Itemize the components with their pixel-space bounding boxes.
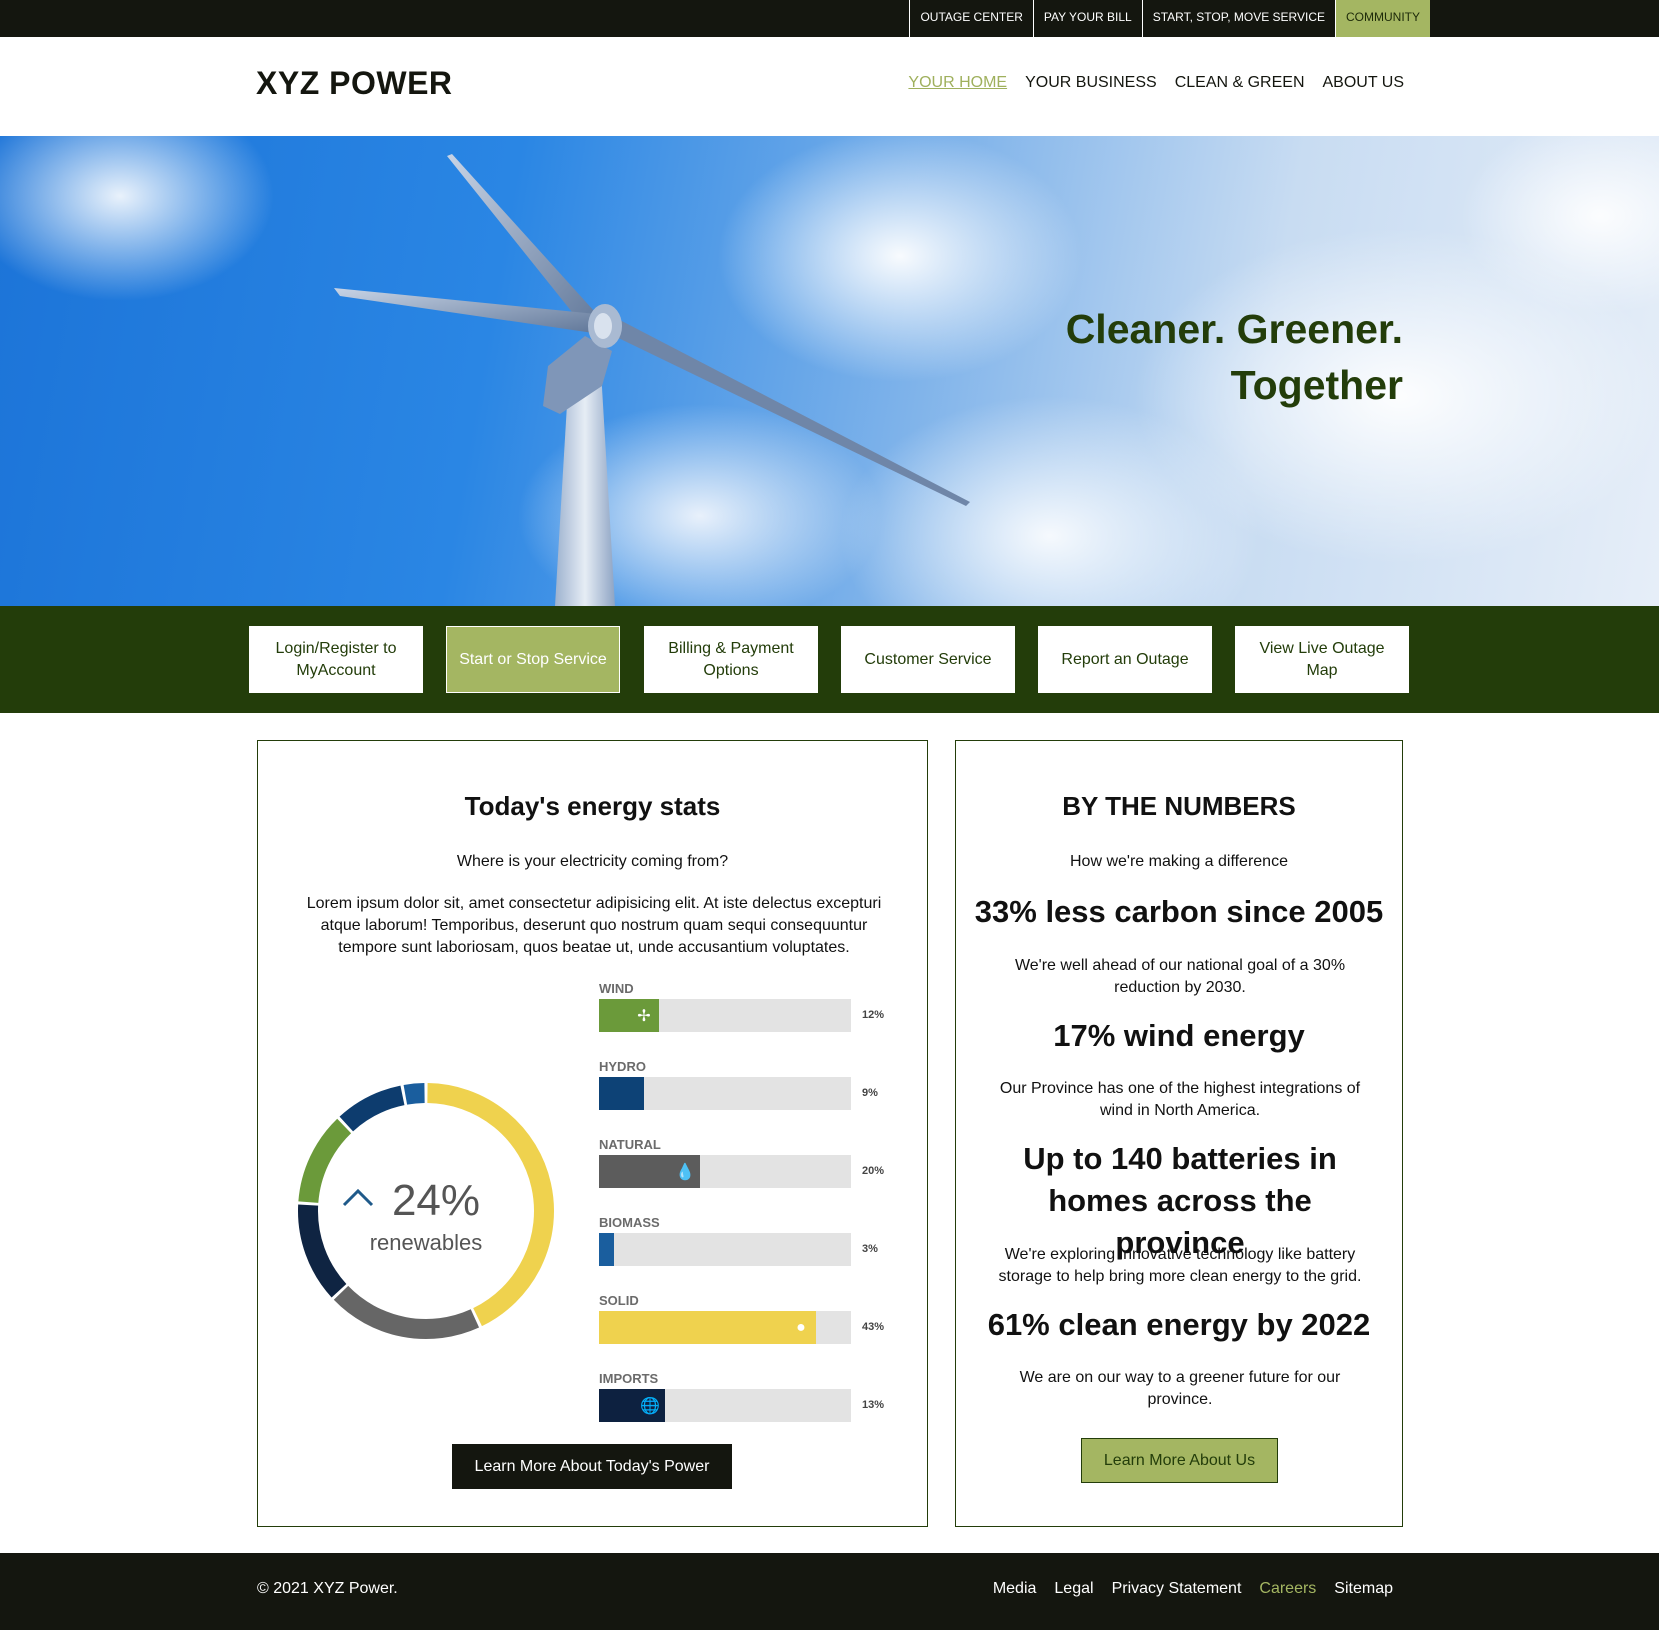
main-nav: YOUR HOME YOUR BUSINESS CLEAN & GREEN AB… [908,74,1404,92]
by-numbers-subtitle: How we're making a difference [1070,853,1288,870]
bar-track: ● [599,1311,851,1344]
stat-wind-body: Our Province has one of the highest inte… [999,1080,1361,1119]
bar-value: 43% [862,1321,885,1333]
donut-segment [339,1085,405,1132]
nav-your-business[interactable]: YOUR BUSINESS [1025,74,1157,92]
stat-clean-energy-headline: 61% clean energy by 2022 [987,1307,1371,1342]
renewables-label: renewables [370,1230,483,1255]
footer-link-sitemap[interactable]: Sitemap [1334,1580,1393,1598]
renewables-donut-chart: 24% renewables [298,1083,554,1339]
donut-segment [333,1285,480,1339]
wind-turbine-image [334,154,970,606]
renewables-value: 24% [392,1176,480,1225]
nav-about-us[interactable]: ABOUT US [1323,74,1405,92]
hero-line-1: Cleaner. Greener. [1065,306,1403,352]
utility-link-outage-center[interactable]: OUTAGE CENTER [909,0,1032,37]
footer-link-legal[interactable]: Legal [1054,1580,1093,1598]
bar-value: 12% [862,1009,885,1021]
quick-customer-service[interactable]: Customer Service [841,626,1015,693]
site-header: XYZ POWER YOUR HOME YOUR BUSINESS CLEAN … [0,37,1659,136]
quick-live-outage-map[interactable]: View Live Outage Map [1235,626,1409,693]
bar-fill [599,1077,644,1110]
bar-track [599,1233,851,1266]
quick-billing-payment[interactable]: Billing & Payment Options [644,626,818,693]
nav-clean-green[interactable]: CLEAN & GREEN [1175,74,1305,92]
droplet-icon: 💧 [675,1163,695,1181]
utility-link-start-stop-move[interactable]: START, STOP, MOVE SERVICE [1141,0,1335,37]
utility-link-community[interactable]: COMMUNITY [1335,0,1430,37]
chevron-up-icon [342,1188,374,1207]
footer-link-media[interactable]: Media [993,1580,1037,1598]
bar-label: IMPORTS [599,1371,659,1386]
bar-value: 13% [862,1399,885,1411]
bar-value: 3% [862,1243,878,1255]
by-numbers-title: BY THE NUMBERS [1062,791,1296,821]
stat-clean-energy-body: We are on our way to a greener future fo… [1019,1369,1341,1408]
energy-stats-body: Lorem ipsum dolor sit, amet consectetur … [306,895,882,956]
nav-your-home[interactable]: YOUR HOME [908,74,1007,92]
by-the-numbers-panel: BY THE NUMBERS How we're making a differ… [955,740,1403,1527]
stat-carbon-headline: 33% less carbon since 2005 [974,894,1384,929]
site-footer: © 2021 XYZ Power. Media Legal Privacy St… [0,1553,1659,1630]
energy-stats-subtitle: Where is your electricity coming from? [456,853,729,870]
utility-nav: OUTAGE CENTER PAY YOUR BILL START, STOP,… [909,0,1430,37]
globe-icon: 🌐 [640,1397,660,1415]
bar-fill [599,1311,816,1344]
quick-report-outage[interactable]: Report an Outage [1038,626,1212,693]
stat-wind-headline: 17% wind energy [1053,1018,1305,1053]
donut-segment [298,1204,347,1298]
hero-banner: Cleaner. Greener. Together [0,136,1659,606]
hero-headline: Cleaner. Greener. Together [1066,301,1403,413]
stat-carbon-body: We're well ahead of our national goal of… [1014,957,1346,996]
hero-line-2: Together [1230,362,1403,408]
site-logo[interactable]: XYZ POWER [256,65,453,102]
bar-fill [599,1233,614,1266]
bar-track: 🌐 [599,1389,851,1422]
learn-more-power-button[interactable]: Learn More About Today's Power [452,1444,732,1489]
bar-label: BIOMASS [599,1215,660,1230]
quick-links-band: Login/Register to MyAccount Start or Sto… [0,606,1659,713]
bar-track: 💧 [599,1155,851,1188]
utility-bar: OUTAGE CENTER PAY YOUR BILL START, STOP,… [0,0,1659,37]
utility-link-pay-your-bill[interactable]: PAY YOUR BILL [1032,0,1142,37]
bar-value: 9% [862,1087,878,1099]
energy-stats-title: Today's energy stats [464,791,721,821]
footer-link-privacy[interactable]: Privacy Statement [1112,1580,1242,1598]
bar-track [599,1077,851,1110]
bar-track: ✢ [599,999,851,1032]
learn-more-about-us-button[interactable]: Learn More About Us [1081,1438,1278,1483]
footer-nav: Media Legal Privacy Statement Careers Si… [993,1580,1393,1598]
wind-turbine-icon: ✢ [637,1007,651,1025]
donut-segment [403,1083,425,1105]
donut-segment [298,1118,352,1204]
bar-value: 20% [862,1165,885,1177]
energy-stats-panel: Today's energy stats Where is your elect… [257,740,928,1527]
quick-login-register[interactable]: Login/Register to MyAccount [249,626,423,693]
stat-batteries-body: We're exploring innovative technology li… [998,1246,1362,1285]
bar-label: WIND [599,981,634,996]
coal-icon: ● [796,1318,806,1336]
footer-copyright: © 2021 XYZ Power. [257,1580,398,1597]
quick-start-stop-service[interactable]: Start or Stop Service [446,626,620,693]
footer-link-careers[interactable]: Careers [1259,1580,1316,1598]
